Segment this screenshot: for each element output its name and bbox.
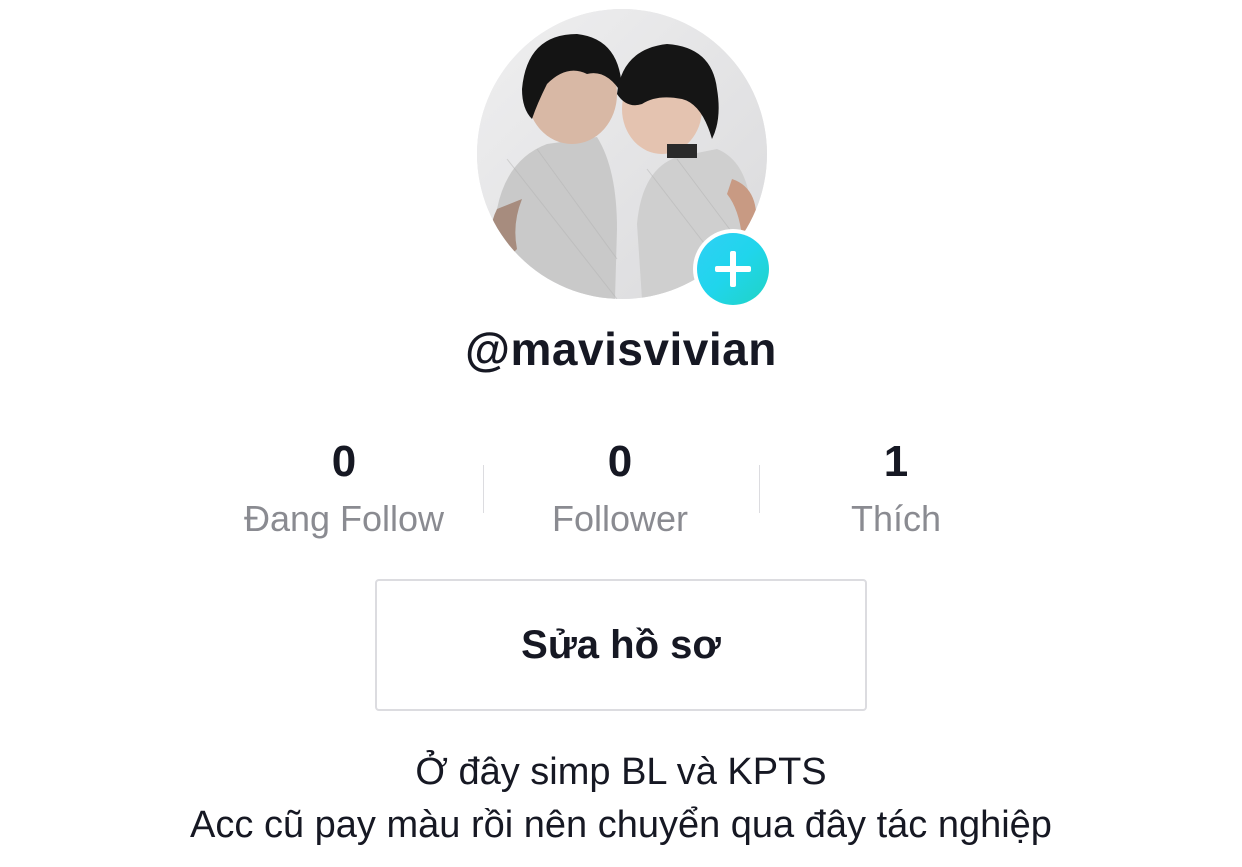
bio: Ở đây simp BL và KPTS Acc cũ pay màu rồi… — [0, 746, 1242, 852]
plus-icon — [715, 251, 751, 287]
stat-following[interactable]: 0 Đang Follow — [206, 432, 482, 544]
stat-likes-value: 1 — [883, 437, 909, 486]
avatar-container — [477, 9, 773, 309]
add-badge-circle — [697, 233, 769, 305]
stat-following-label: Đang Follow — [243, 498, 445, 539]
bio-line-2: Acc cũ pay màu rồi nên chuyển qua đây tá… — [190, 804, 1052, 846]
stat-followers-label: Follower — [551, 498, 689, 539]
add-avatar-button[interactable] — [693, 229, 773, 309]
stat-following-value: 0 — [331, 437, 357, 486]
username: @mavisvivian — [465, 323, 777, 375]
stat-followers-value: 0 — [607, 437, 633, 486]
stat-likes[interactable]: 1 Thích — [758, 432, 1034, 544]
profile-stats: 0 Đang Follow 0 Follower 1 Thích — [206, 432, 1034, 542]
stat-followers[interactable]: 0 Follower — [482, 432, 758, 544]
edit-profile-button[interactable]: Sửa hồ sơ — [375, 579, 867, 711]
bio-line-1: Ở đây simp BL và KPTS — [415, 751, 827, 793]
stat-likes-label: Thích — [850, 498, 942, 539]
